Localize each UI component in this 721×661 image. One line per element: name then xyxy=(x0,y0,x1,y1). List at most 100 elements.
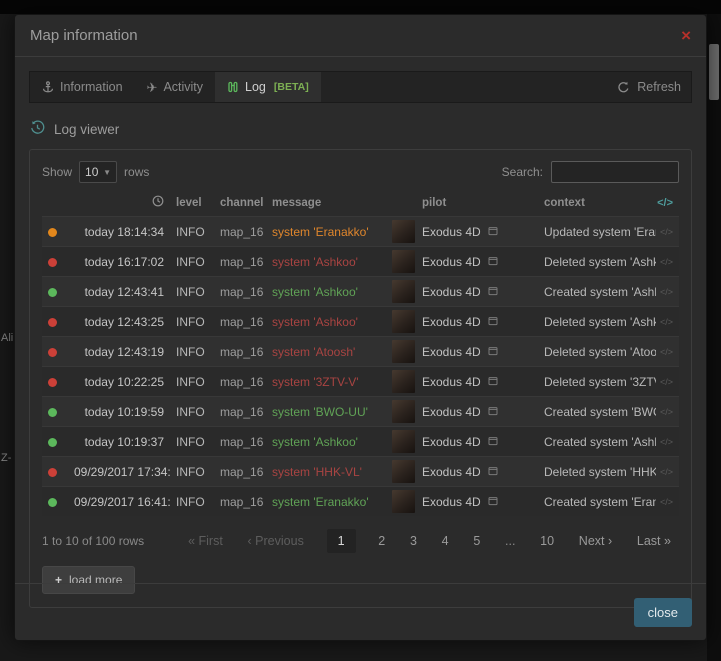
timestamp-cell: today 12:43:41 xyxy=(68,277,170,307)
context-cell: Updated system 'Eranakk... </> xyxy=(538,217,679,247)
context-text: Deleted system 'HHK-VL' ... xyxy=(544,465,656,479)
table-row[interactable]: today 12:43:19 INFO map_16 system 'Atoos… xyxy=(42,337,679,367)
table-row[interactable]: today 10:19:37 INFO map_16 system 'Ashko… xyxy=(42,427,679,457)
page-item-4[interactable]: 4 xyxy=(440,530,451,552)
clock-icon xyxy=(152,198,164,210)
timestamp-cell: today 10:22:25 xyxy=(68,367,170,397)
page-item-last[interactable]: Last » xyxy=(635,530,673,552)
table-row[interactable]: today 10:22:25 INFO map_16 system '3ZTV-… xyxy=(42,367,679,397)
pilot-name: Exodus 4D xyxy=(422,315,481,329)
level-cell: INFO xyxy=(170,277,214,307)
context-cell: Created system 'BWO-UU'... </> xyxy=(538,397,679,427)
code-icon: </> xyxy=(660,317,673,327)
table-header-row: level channel message pilot context </> xyxy=(42,192,679,217)
status-cell xyxy=(42,337,68,367)
window-icon[interactable] xyxy=(488,435,498,449)
status-dot xyxy=(48,438,57,447)
col-header-time[interactable] xyxy=(68,192,170,217)
level-cell: INFO xyxy=(170,217,214,247)
plane-icon: ✈ xyxy=(147,81,158,94)
col-header-pilot[interactable]: pilot xyxy=(386,192,538,217)
col-header-level[interactable]: level xyxy=(170,192,214,217)
table-row[interactable]: today 16:17:02 INFO map_16 system 'Ashko… xyxy=(42,247,679,277)
tab-information[interactable]: Information xyxy=(30,72,135,102)
background-map-label-top: Ali xyxy=(1,332,13,344)
page-item-3[interactable]: 3 xyxy=(408,530,419,552)
table-row[interactable]: today 12:43:41 INFO map_16 system 'Ashko… xyxy=(42,277,679,307)
level-cell: INFO xyxy=(170,487,214,517)
col-header-message[interactable]: message xyxy=(266,192,386,217)
timestamp-cell: today 12:43:19 xyxy=(68,337,170,367)
pilot-name: Exodus 4D xyxy=(422,435,481,449)
message-cell: system 'Atoosh' xyxy=(266,337,386,367)
window-icon[interactable] xyxy=(488,255,498,269)
message-cell: system 'Eranakko' xyxy=(266,217,386,247)
window-icon[interactable] xyxy=(488,285,498,299)
table-row[interactable]: today 10:19:59 INFO map_16 system 'BWO-U… xyxy=(42,397,679,427)
tab-log[interactable]: Log [BETA] xyxy=(215,72,321,102)
table-footer: 1 to 10 of 100 rows « First ‹ Previous 1… xyxy=(42,529,679,553)
context-text: Created system 'Eranakko... xyxy=(544,495,656,509)
pilot-cell: Exodus 4D xyxy=(386,277,538,307)
level-cell: INFO xyxy=(170,397,214,427)
log-viewer-heading: Log viewer xyxy=(30,120,691,138)
window-icon[interactable] xyxy=(488,345,498,359)
window-icon[interactable] xyxy=(488,405,498,419)
message-cell: system 'Ashkoo' xyxy=(266,277,386,307)
window-icon[interactable] xyxy=(488,225,498,239)
search-input[interactable] xyxy=(551,161,679,183)
status-cell xyxy=(42,247,68,277)
message-cell: system 'Ashkoo' xyxy=(266,307,386,337)
page-scrollbar-track[interactable] xyxy=(707,14,721,661)
history-icon xyxy=(30,120,45,138)
status-dot xyxy=(48,348,57,357)
log-table-body: today 18:14:34 INFO map_16 system 'Erana… xyxy=(42,217,679,517)
pilot-avatar xyxy=(392,430,415,453)
timestamp-cell: today 16:17:02 xyxy=(68,247,170,277)
level-cell: INFO xyxy=(170,367,214,397)
pilot-cell: Exodus 4D xyxy=(386,367,538,397)
code-icon: </> xyxy=(660,437,673,447)
table-row[interactable]: today 12:43:25 INFO map_16 system 'Ashko… xyxy=(42,307,679,337)
page-item-10[interactable]: 10 xyxy=(538,530,556,552)
table-row[interactable]: 09/29/2017 17:34:25 INFO map_16 system '… xyxy=(42,457,679,487)
page-size-select[interactable]: 10 ▼ xyxy=(79,161,117,183)
status-dot xyxy=(48,408,57,417)
window-icon[interactable] xyxy=(488,465,498,479)
log-viewer-title: Log viewer xyxy=(54,122,119,137)
dialog-close-icon[interactable]: × xyxy=(681,27,691,44)
pilot-avatar xyxy=(392,280,415,303)
page-scrollbar-thumb[interactable] xyxy=(709,44,719,100)
window-icon[interactable] xyxy=(488,315,498,329)
channel-cell: map_16 xyxy=(214,457,266,487)
page-item-previous: ‹ Previous xyxy=(246,530,306,552)
window-icon[interactable] xyxy=(488,375,498,389)
pilot-avatar xyxy=(392,250,415,273)
close-button[interactable]: close xyxy=(634,598,692,627)
col-header-context[interactable]: context </> xyxy=(538,192,679,217)
pilot-avatar xyxy=(392,400,415,423)
status-cell xyxy=(42,427,68,457)
dialog-tabbar: Information ✈ Activity Log [BETA] xyxy=(29,71,692,103)
table-row[interactable]: today 18:14:34 INFO map_16 system 'Erana… xyxy=(42,217,679,247)
timestamp-cell: today 18:14:34 xyxy=(68,217,170,247)
tab-activity-label: Activity xyxy=(163,80,203,94)
page-item-next[interactable]: Next › xyxy=(577,530,614,552)
channel-cell: map_16 xyxy=(214,367,266,397)
tab-activity[interactable]: ✈ Activity xyxy=(135,72,216,102)
col-header-channel[interactable]: channel xyxy=(214,192,266,217)
status-cell xyxy=(42,277,68,307)
torch-icon xyxy=(227,81,239,93)
page-item-5[interactable]: 5 xyxy=(471,530,482,552)
page-item-1[interactable]: 1 xyxy=(327,529,356,553)
table-row[interactable]: 09/29/2017 16:41:17 INFO map_16 system '… xyxy=(42,487,679,517)
background-top-bar xyxy=(0,0,721,14)
show-label: Show xyxy=(42,165,72,179)
context-cell: Deleted system 'Atoosh' #... </> xyxy=(538,337,679,367)
status-cell xyxy=(42,307,68,337)
page-item-2[interactable]: 2 xyxy=(376,530,387,552)
log-table: level channel message pilot context </> … xyxy=(42,192,679,516)
refresh-button[interactable]: Refresh xyxy=(607,72,691,102)
window-icon[interactable] xyxy=(488,495,498,509)
pilot-avatar xyxy=(392,310,415,333)
